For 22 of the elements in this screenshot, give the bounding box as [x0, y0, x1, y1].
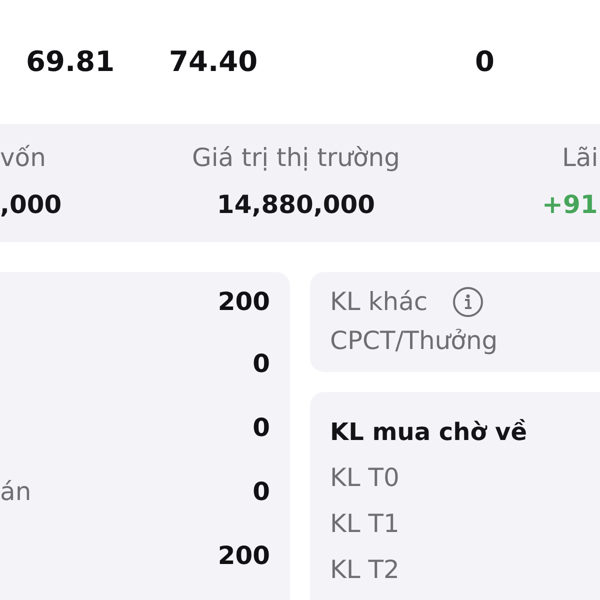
row-label: KL T0	[330, 463, 400, 493]
stat-value: 0	[475, 44, 494, 80]
card-title: KL mua chờ về	[330, 417, 527, 447]
row-value: 0	[252, 413, 270, 443]
summary-value: 14,880,000	[216, 190, 376, 220]
summary-label: Giá trị thị trường	[192, 143, 400, 173]
info-icon[interactable]	[452, 287, 483, 317]
summary-label: vốn	[0, 143, 46, 173]
row-value: 200	[218, 287, 270, 317]
summary-label: Lãi	[562, 143, 598, 173]
row-value: 200	[218, 541, 270, 571]
summary-value: +91	[542, 190, 598, 220]
row-value: 0	[252, 477, 270, 507]
row-label: CPCT/Thưởng	[330, 326, 498, 356]
row-label: KL T1	[330, 509, 400, 539]
stat-value: 69.81	[26, 44, 115, 80]
stat-value: 74.40	[169, 44, 258, 80]
row-label: KL T2	[330, 555, 400, 585]
card-title: KL khác	[330, 287, 428, 317]
row-label: án	[0, 477, 32, 507]
row-value: 0	[252, 349, 270, 379]
summary-value: ,000	[0, 190, 62, 220]
